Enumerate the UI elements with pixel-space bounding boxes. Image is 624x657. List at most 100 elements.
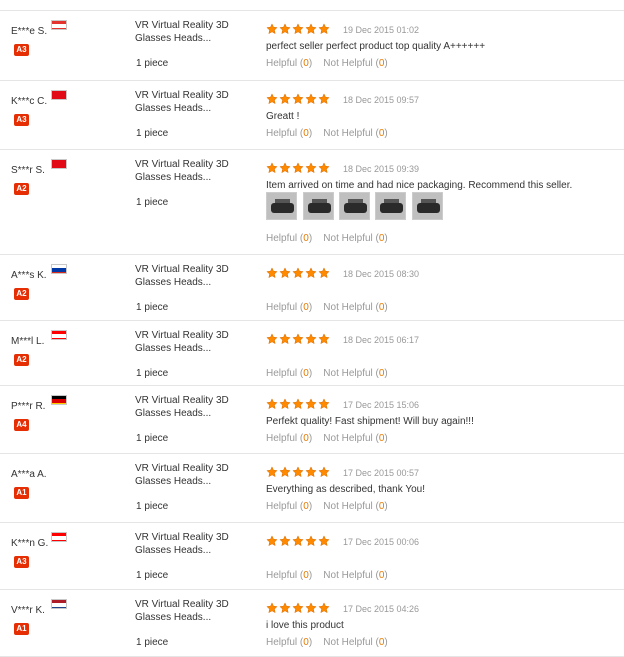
not-helpful-label: Not Helpful bbox=[323, 368, 373, 379]
star-rating bbox=[266, 23, 331, 36]
helpful-count: 0 bbox=[303, 128, 309, 139]
helpful-button[interactable]: Helpful (0) bbox=[266, 637, 312, 648]
not-helpful-button[interactable]: Not Helpful (0) bbox=[323, 501, 387, 512]
helpful-button[interactable]: Helpful (0) bbox=[266, 302, 312, 313]
helpful-votes: Helpful (0) Not Helpful (0) bbox=[266, 368, 388, 379]
helpful-button[interactable]: Helpful (0) bbox=[266, 501, 312, 512]
buyer-level-badge: A1 bbox=[14, 487, 29, 499]
product-link[interactable]: VR Virtual Reality 3D Glasses Heads... bbox=[135, 462, 245, 488]
feedback-date: 18 Dec 2015 09:57 bbox=[343, 95, 420, 105]
country-flag-icon bbox=[51, 159, 67, 169]
product-link[interactable]: VR Virtual Reality 3D Glasses Heads... bbox=[135, 598, 245, 624]
helpful-label: Helpful bbox=[266, 233, 298, 244]
star-icon bbox=[305, 602, 317, 614]
review-row: P***r R. A4 VR Virtual Reality 3D Glasses … bbox=[0, 386, 624, 454]
feedback-date: 17 Dec 2015 15:06 bbox=[343, 400, 420, 410]
helpful-votes: Helpful (0) Not Helpful (0) bbox=[266, 570, 388, 581]
helpful-button[interactable]: Helpful (0) bbox=[266, 128, 312, 139]
review-row: K***c C. A3 VR Virtual Reality 3D Glasses … bbox=[0, 81, 624, 150]
helpful-label: Helpful bbox=[266, 128, 298, 139]
star-icon bbox=[318, 23, 330, 35]
review-photo-thumbnail[interactable] bbox=[339, 192, 370, 220]
product-link[interactable]: VR Virtual Reality 3D Glasses Heads... bbox=[135, 531, 245, 557]
quantity: 1 piece bbox=[136, 368, 169, 379]
helpful-count: 0 bbox=[303, 302, 309, 313]
helpful-votes: Helpful (0) Not Helpful (0) bbox=[266, 637, 388, 648]
quantity: 1 piece bbox=[136, 58, 169, 69]
helpful-count: 0 bbox=[303, 58, 309, 69]
not-helpful-button[interactable]: Not Helpful (0) bbox=[323, 570, 387, 581]
star-icon bbox=[266, 466, 278, 478]
not-helpful-count: 0 bbox=[378, 302, 385, 313]
helpful-count: 0 bbox=[303, 368, 309, 379]
star-rating bbox=[266, 466, 331, 479]
helpful-count: 0 bbox=[303, 637, 309, 648]
feedback-date: 17 Dec 2015 04:26 bbox=[343, 604, 420, 614]
star-icon bbox=[305, 267, 317, 279]
feedback-date: 17 Dec 2015 00:06 bbox=[343, 537, 420, 547]
star-icon bbox=[305, 466, 317, 478]
quantity: 1 piece bbox=[136, 197, 169, 208]
helpful-button[interactable]: Helpful (0) bbox=[266, 58, 312, 69]
not-helpful-count: 0 bbox=[378, 58, 385, 69]
review-photo-thumbnail[interactable] bbox=[303, 192, 334, 220]
country-flag-icon bbox=[51, 20, 67, 30]
feedback-text: i love this product bbox=[266, 620, 344, 631]
product-link[interactable]: VR Virtual Reality 3D Glasses Heads... bbox=[135, 394, 245, 420]
star-icon bbox=[266, 93, 278, 105]
feedback-date: 18 Dec 2015 08:30 bbox=[343, 269, 420, 279]
quantity: 1 piece bbox=[136, 128, 169, 139]
review-photo-thumbnail[interactable] bbox=[412, 192, 443, 220]
not-helpful-button[interactable]: Not Helpful (0) bbox=[323, 637, 387, 648]
review-row: A***s K. A2 VR Virtual Reality 3D Glasses … bbox=[0, 255, 624, 321]
not-helpful-count: 0 bbox=[378, 570, 385, 581]
buyer-name: S***r S. bbox=[11, 165, 45, 176]
helpful-button[interactable]: Helpful (0) bbox=[266, 368, 312, 379]
star-icon bbox=[279, 398, 291, 410]
product-link[interactable]: VR Virtual Reality 3D Glasses Heads... bbox=[135, 158, 245, 184]
star-icon bbox=[292, 398, 304, 410]
not-helpful-button[interactable]: Not Helpful (0) bbox=[323, 302, 387, 313]
feedback-date: 17 Dec 2015 00:57 bbox=[343, 468, 420, 478]
review-photo-thumbnail[interactable] bbox=[375, 192, 406, 220]
helpful-button[interactable]: Helpful (0) bbox=[266, 570, 312, 581]
product-link[interactable]: VR Virtual Reality 3D Glasses Heads... bbox=[135, 19, 245, 45]
not-helpful-button[interactable]: Not Helpful (0) bbox=[323, 368, 387, 379]
buyer-name: E***e S. bbox=[11, 26, 48, 37]
not-helpful-label: Not Helpful bbox=[323, 58, 373, 69]
star-icon bbox=[318, 267, 330, 279]
review-row: S***r S. A2 VR Virtual Reality 3D Glasses … bbox=[0, 150, 624, 255]
star-icon bbox=[305, 535, 317, 547]
star-icon bbox=[292, 23, 304, 35]
star-icon bbox=[279, 267, 291, 279]
feedback-text: Everything as described, thank You! bbox=[266, 484, 425, 495]
star-icon bbox=[318, 602, 330, 614]
not-helpful-button[interactable]: Not Helpful (0) bbox=[323, 128, 387, 139]
star-rating bbox=[266, 333, 331, 346]
buyer-name: P***r R. bbox=[11, 401, 46, 412]
helpful-count: 0 bbox=[303, 433, 309, 444]
star-rating bbox=[266, 93, 331, 106]
helpful-button[interactable]: Helpful (0) bbox=[266, 433, 312, 444]
quantity: 1 piece bbox=[136, 501, 169, 512]
review-row: M***l L. A2 VR Virtual Reality 3D Glasses … bbox=[0, 321, 624, 386]
not-helpful-button[interactable]: Not Helpful (0) bbox=[323, 58, 387, 69]
not-helpful-button[interactable]: Not Helpful (0) bbox=[323, 233, 387, 244]
not-helpful-label: Not Helpful bbox=[323, 128, 373, 139]
not-helpful-label: Not Helpful bbox=[323, 302, 373, 313]
helpful-button[interactable]: Helpful (0) bbox=[266, 233, 312, 244]
helpful-label: Helpful bbox=[266, 58, 298, 69]
country-flag-icon bbox=[51, 330, 67, 340]
buyer-name: A***a A. bbox=[11, 469, 47, 480]
not-helpful-button[interactable]: Not Helpful (0) bbox=[323, 433, 387, 444]
country-flag-icon bbox=[51, 599, 67, 609]
product-link[interactable]: VR Virtual Reality 3D Glasses Heads... bbox=[135, 329, 245, 355]
product-link[interactable]: VR Virtual Reality 3D Glasses Heads... bbox=[135, 89, 245, 115]
star-icon bbox=[305, 333, 317, 345]
product-link[interactable]: VR Virtual Reality 3D Glasses Heads... bbox=[135, 263, 245, 289]
review-photo-thumbnail[interactable] bbox=[266, 192, 297, 220]
star-icon bbox=[292, 602, 304, 614]
star-icon bbox=[279, 23, 291, 35]
star-icon bbox=[279, 466, 291, 478]
star-icon bbox=[318, 162, 330, 174]
